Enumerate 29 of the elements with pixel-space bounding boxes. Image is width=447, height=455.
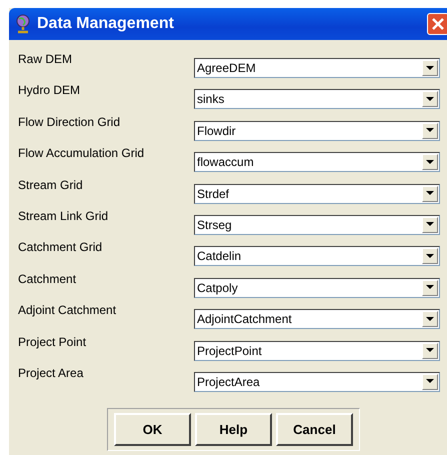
field-label: Project Area [18,366,84,380]
dropdown-field[interactable]: Strdef [194,184,440,204]
dropdown-field[interactable]: sinks [194,89,440,110]
field-label: Flow Direction Grid [18,114,122,129]
field-label: Flow Accumulation Grid [18,146,146,160]
dialog-button[interactable]: OK [114,413,191,446]
dropdown-field[interactable]: AdjointCatchment [194,309,440,330]
dropdown-field[interactable]: flowaccum [194,152,440,172]
dialog-button[interactable]: Cancel [276,413,353,446]
field-label: Catchment [18,272,78,286]
dropdown-field[interactable]: ProjectArea [194,372,440,392]
field-label: Raw DEM [18,52,74,66]
globe-icon [15,14,31,34]
dropdown-field[interactable]: Catpoly [194,278,440,298]
dropdown-field[interactable]: Flowdir [194,120,440,141]
field-label: Stream Link Grid [18,208,110,223]
field-label: Stream Grid [18,178,84,192]
field-label: Project Point [18,334,88,349]
dialog-button[interactable]: Help [195,413,272,446]
close-icon [431,17,445,31]
field-label: Adjoint Catchment [18,303,118,318]
window-title: Data Management [37,15,175,33]
dropdown-field[interactable]: Catdelin [194,246,440,266]
dropdown-field[interactable]: AgreeDEM [194,58,440,78]
dropdown-field[interactable]: ProjectPoint [194,340,440,361]
dropdown-field[interactable]: Strseg [194,214,440,235]
field-label: Hydro DEM [18,83,82,98]
close-button[interactable] [427,13,447,35]
field-label: Catchment Grid [18,240,104,254]
